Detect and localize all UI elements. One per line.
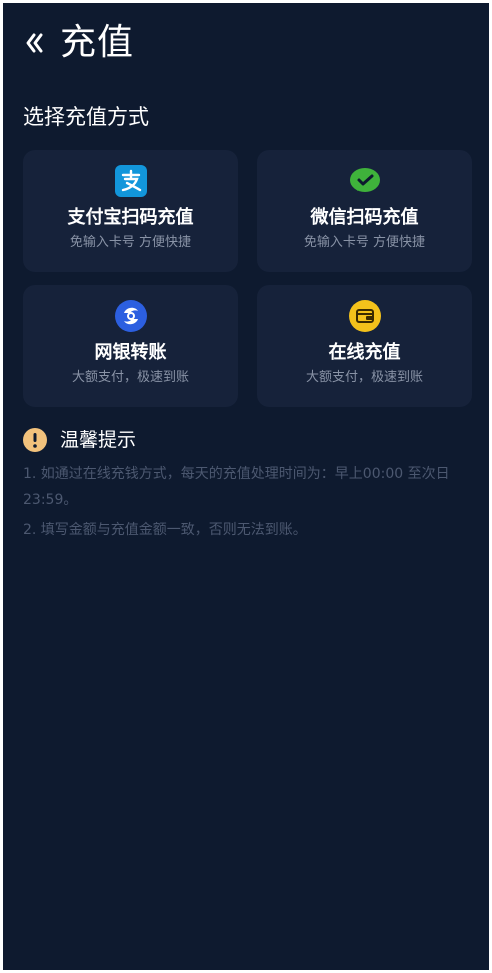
header: 充值	[3, 3, 489, 83]
page-title: 充值	[60, 22, 135, 63]
method-name: 微信扫码充值	[310, 207, 419, 228]
wallet-icon	[348, 300, 381, 332]
method-desc: 免输入卡号 方便快捷	[303, 235, 426, 250]
recharge-screen: 充值 选择充值方式 支付宝扫码充值 免输入卡号 方便快捷 微信扫码充值 免输入卡…	[3, 3, 489, 970]
tips-list: 1. 如通过在线充钱方式，每天的充值处理时间为：早上00:00 至次日 23:5…	[23, 461, 463, 547]
method-name: 在线充值	[328, 342, 401, 363]
wechat-recharge-card[interactable]: 微信扫码充值 免输入卡号 方便快捷	[257, 150, 472, 272]
tip-item: 1. 如通过在线充钱方式，每天的充值处理时间为：早上00:00 至次日 23:5…	[23, 466, 450, 508]
tips-title: 温馨提示	[60, 429, 137, 451]
back-button[interactable]	[17, 27, 49, 59]
bank-transfer-card[interactable]: 网银转账 大额支付，极速到账	[23, 285, 238, 407]
warning-icon	[23, 428, 47, 452]
alipay-recharge-card[interactable]: 支付宝扫码充值 免输入卡号 方便快捷	[23, 150, 238, 272]
section-title: 选择充值方式	[23, 105, 149, 129]
tip-item: 2. 填写金额与充值金额一致，否则无法到账。	[23, 522, 307, 538]
alipay-icon	[114, 165, 147, 197]
chevron-double-left-icon	[26, 33, 43, 53]
wechat-icon	[349, 165, 381, 197]
method-desc: 大额支付，极速到账	[71, 370, 189, 385]
method-desc: 大额支付，极速到账	[305, 370, 423, 385]
online-recharge-card[interactable]: 在线充值 大额支付，极速到账	[257, 285, 472, 407]
method-desc: 免输入卡号 方便快捷	[69, 235, 192, 250]
method-name: 网银转账	[94, 342, 167, 363]
bank-transfer-icon	[114, 300, 147, 332]
method-name: 支付宝扫码充值	[67, 207, 194, 228]
